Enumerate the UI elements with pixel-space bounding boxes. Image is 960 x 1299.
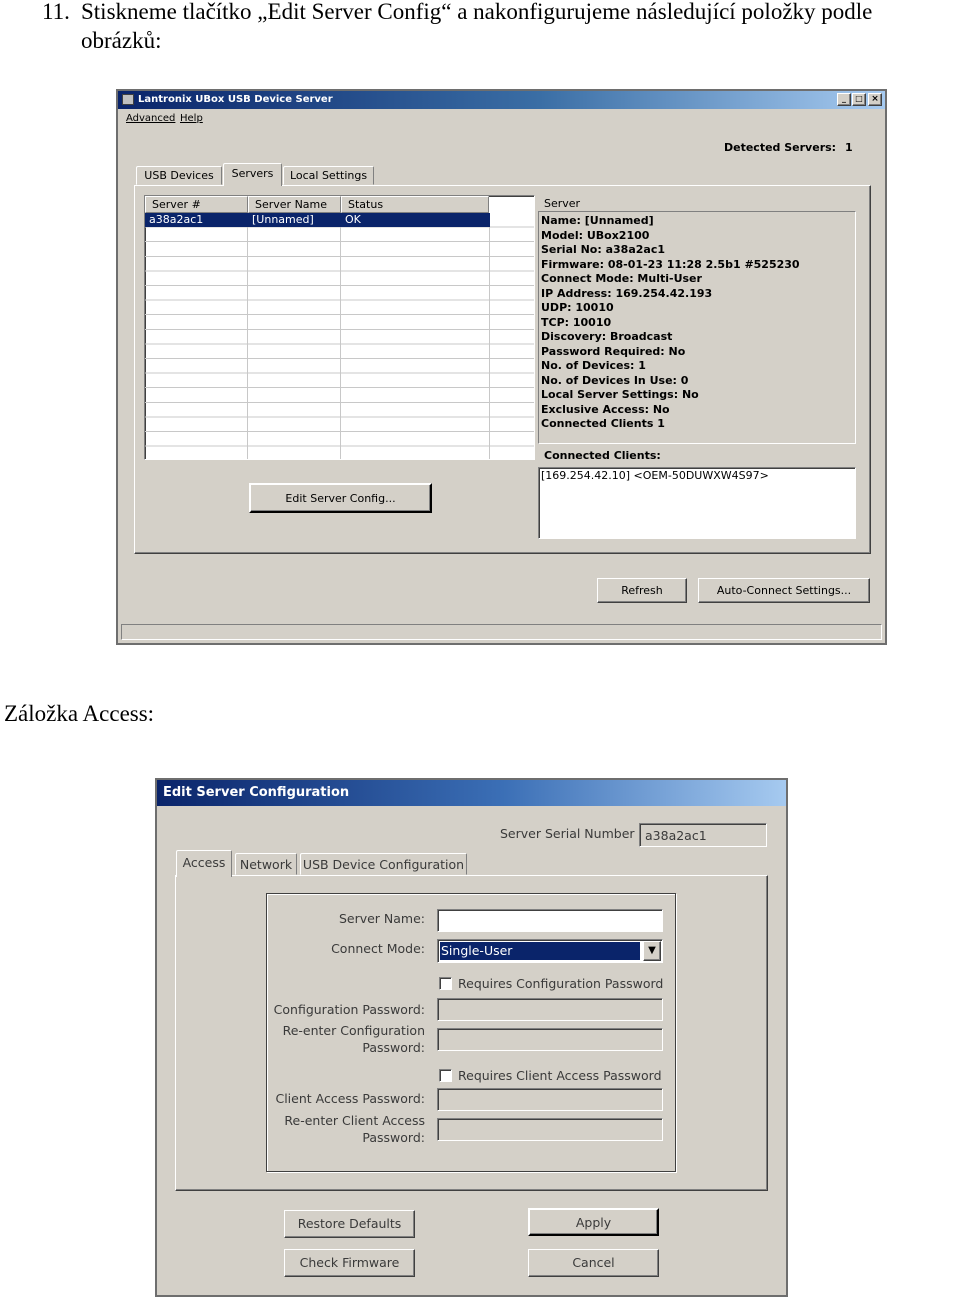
client-password-input[interactable] [437, 1088, 663, 1111]
reenter-client-password-label-line1: Re-enter Client Access [284, 1113, 425, 1128]
detail-device-count: No. of Devices: 1 [541, 359, 646, 372]
detail-serial: Serial No: a38a2ac1 [541, 243, 665, 256]
serial-number-label: Server Serial Number [500, 826, 635, 841]
status-bar [121, 624, 882, 640]
maximize-button[interactable]: □ [852, 93, 866, 106]
tab-usb-devices[interactable]: USB Devices [136, 166, 222, 185]
window-title: Lantronix UBox USB Device Server [138, 94, 333, 105]
tab-local-settings[interactable]: Local Settings [283, 166, 374, 185]
detail-devices-in-use: No. of Devices In Use: 0 [541, 373, 689, 387]
detail-connect-mode: Connect Mode: Multi-User [541, 272, 702, 285]
detail-tcp: TCP: 10010 [541, 315, 612, 329]
detail-exclusive-access: Exclusive Access: No [541, 402, 670, 416]
server-group-label: Server [544, 197, 581, 210]
menu-advanced[interactable]: Advanced [126, 113, 175, 124]
connect-mode-value: Single-User [441, 943, 513, 958]
detail-ip-address: IP Address: 169.254.42.193 [541, 286, 713, 300]
connect-mode-label: Connect Mode: [331, 941, 425, 956]
chevron-down-icon[interactable]: ▼ [643, 941, 661, 961]
step-number: 11. [42, 0, 70, 24]
tab-servers[interactable]: Servers [223, 163, 282, 186]
detected-servers-label: Detected Servers: [724, 141, 837, 154]
cell-server-number: a38a2ac1 [149, 213, 204, 226]
server-name-label: Server Name: [338, 911, 425, 926]
server-list: Server # Server Name Status a38a2ac1 [Un… [144, 195, 535, 460]
serial-number-field: a38a2ac1 [639, 823, 767, 847]
requires-client-password-label[interactable]: Requires Client Access Password [458, 1068, 662, 1083]
edit-server-config-button[interactable]: Edit Server Config... [249, 483, 432, 513]
server-name-input[interactable] [437, 909, 663, 932]
refresh-button[interactable]: Refresh [597, 578, 687, 603]
edit-server-config-window: Edit Server Configuration Server Serial … [155, 778, 788, 1297]
detail-name: Name: [Unnamed] [541, 214, 654, 227]
table-row[interactable]: a38a2ac1 [Unnamed] OK [145, 213, 490, 227]
restore-defaults-button[interactable]: Restore Defaults [284, 1210, 415, 1238]
connected-clients-label: Connected Clients: [544, 449, 661, 462]
detail-connected-clients: Connected Clients 1 [541, 417, 665, 430]
detail-discovery: Discovery: Broadcast [541, 330, 673, 343]
grid-lines [145, 213, 534, 459]
column-header-server-number[interactable]: Server # [145, 196, 248, 213]
apply-button[interactable]: Apply [528, 1208, 659, 1236]
connect-mode-select[interactable]: Single-User ▼ [437, 939, 663, 963]
tab-access[interactable]: Access [176, 850, 232, 877]
reenter-client-password-input[interactable] [437, 1118, 663, 1141]
tab-network[interactable]: Network [235, 853, 297, 875]
app-icon [122, 94, 134, 105]
requires-config-password-label[interactable]: Requires Configuration Password [458, 976, 663, 991]
client-password-label: Client Access Password: [275, 1091, 425, 1106]
cell-server-name: [Unnamed] [252, 213, 314, 226]
reenter-config-password-label-line1: Re-enter Configuration [282, 1023, 425, 1038]
step-instruction-line-2: obrázků: [81, 28, 162, 53]
minimize-button[interactable]: _ [837, 93, 851, 106]
reenter-config-password-label-line2: Password: [362, 1040, 425, 1055]
cancel-button[interactable]: Cancel [528, 1249, 659, 1277]
detail-password-required: Password Required: No [541, 344, 686, 358]
requires-config-password-checkbox[interactable] [439, 977, 452, 990]
list-item[interactable]: [169.254.42.10] <OEM-50DUWXW4S97> [541, 469, 769, 482]
serial-number-value: a38a2ac1 [645, 828, 707, 843]
column-header-status[interactable]: Status [341, 196, 489, 213]
detail-local-server-settings: Local Server Settings: No [541, 388, 699, 401]
cell-status: OK [345, 213, 361, 226]
config-password-input[interactable] [437, 998, 663, 1021]
detail-udp: UDP: 10010 [541, 301, 614, 314]
server-details-panel: Name: [Unnamed] Model: UBox2100 Serial N… [538, 211, 856, 444]
detected-servers-count: 1 [845, 141, 853, 154]
step-instruction-line-1: Stiskneme tlačítko „Edit Server Config“ … [81, 0, 873, 24]
ubox-main-window: Lantronix UBox USB Device Server _ □ × A… [116, 89, 887, 645]
column-header-server-name[interactable]: Server Name [248, 196, 341, 213]
detail-model: Model: UBox2100 [541, 228, 650, 242]
tab-usb-device-configuration[interactable]: USB Device Configuration [300, 853, 467, 875]
check-firmware-button[interactable]: Check Firmware [284, 1249, 415, 1277]
reenter-config-password-input[interactable] [437, 1028, 663, 1051]
config-password-label: Configuration Password: [273, 1002, 425, 1017]
auto-connect-settings-button[interactable]: Auto-Connect Settings... [698, 578, 870, 603]
close-button[interactable]: × [868, 93, 882, 106]
section-heading-access: Záložka Access: [4, 701, 155, 726]
window-title-bar: Lantronix UBox USB Device Server _ □ × [118, 91, 885, 109]
detail-firmware: Firmware: 08-01-23 11:28 2.5b1 #525230 [541, 257, 800, 271]
window-title-bar: Edit Server Configuration [157, 780, 786, 806]
menu-help[interactable]: Help [180, 113, 203, 124]
requires-client-password-checkbox[interactable] [439, 1069, 452, 1082]
connected-clients-list: [169.254.42.10] <OEM-50DUWXW4S97> [538, 467, 856, 539]
reenter-client-password-label-line2: Password: [362, 1130, 425, 1145]
